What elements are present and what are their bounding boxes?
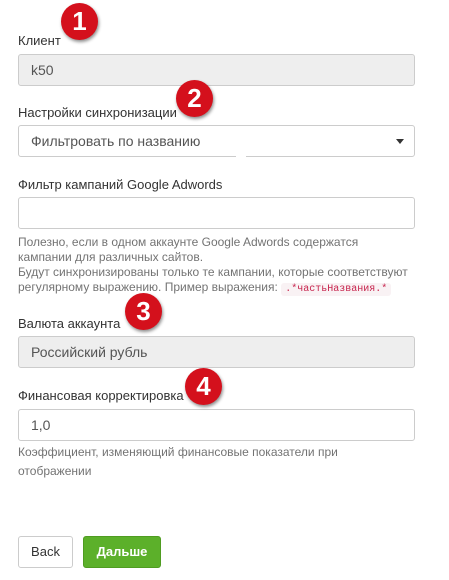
- financial-adjustment-help: Коэффициент, изменяющий финансовые показ…: [18, 445, 338, 479]
- financial-adjustment-label: Финансовая корректировка: [18, 388, 184, 403]
- sync-settings-select[interactable]: Фильтровать по названию: [18, 125, 415, 157]
- annotation-badge-3: 3: [125, 293, 162, 330]
- client-field: k50: [18, 54, 415, 86]
- help-line: отображении: [18, 464, 92, 478]
- annotation-badge-2: 2: [176, 80, 213, 117]
- campaign-filter-input[interactable]: [18, 197, 415, 229]
- annotation-badge-4: 4: [185, 368, 222, 405]
- sync-settings-label: Настройки синхронизации: [18, 105, 177, 120]
- help-line: кампании для различных сайтов.: [18, 250, 204, 264]
- annotation-badge-1: 1: [61, 3, 98, 40]
- client-label: Клиент: [18, 33, 61, 48]
- campaign-filter-help: Полезно, если в одном аккаунте Google Ad…: [18, 235, 408, 297]
- help-line: Будут синхронизированы только те кампани…: [18, 265, 408, 279]
- currency-label: Валюта аккаунта: [18, 316, 121, 331]
- next-button[interactable]: Дальше: [83, 536, 161, 568]
- help-line-text: регулярному выражению. Пример выражения:: [18, 280, 278, 294]
- sync-settings-selected-value: Фильтровать по названию: [31, 133, 201, 149]
- currency-field: Российский рубль: [18, 336, 415, 368]
- help-line: регулярному выражению. Пример выражения:…: [18, 280, 408, 297]
- back-button[interactable]: Back: [18, 536, 73, 568]
- chevron-down-icon: [396, 139, 404, 144]
- help-line: Полезно, если в одном аккаунте Google Ad…: [18, 235, 359, 249]
- select-border-gap: [236, 154, 246, 159]
- campaign-filter-label: Фильтр кампаний Google Adwords: [18, 177, 223, 192]
- help-line: Коэффициент, изменяющий финансовые показ…: [18, 445, 338, 459]
- regex-example-code: .*частьНазвания.*: [281, 283, 392, 296]
- financial-adjustment-input[interactable]: [18, 409, 415, 441]
